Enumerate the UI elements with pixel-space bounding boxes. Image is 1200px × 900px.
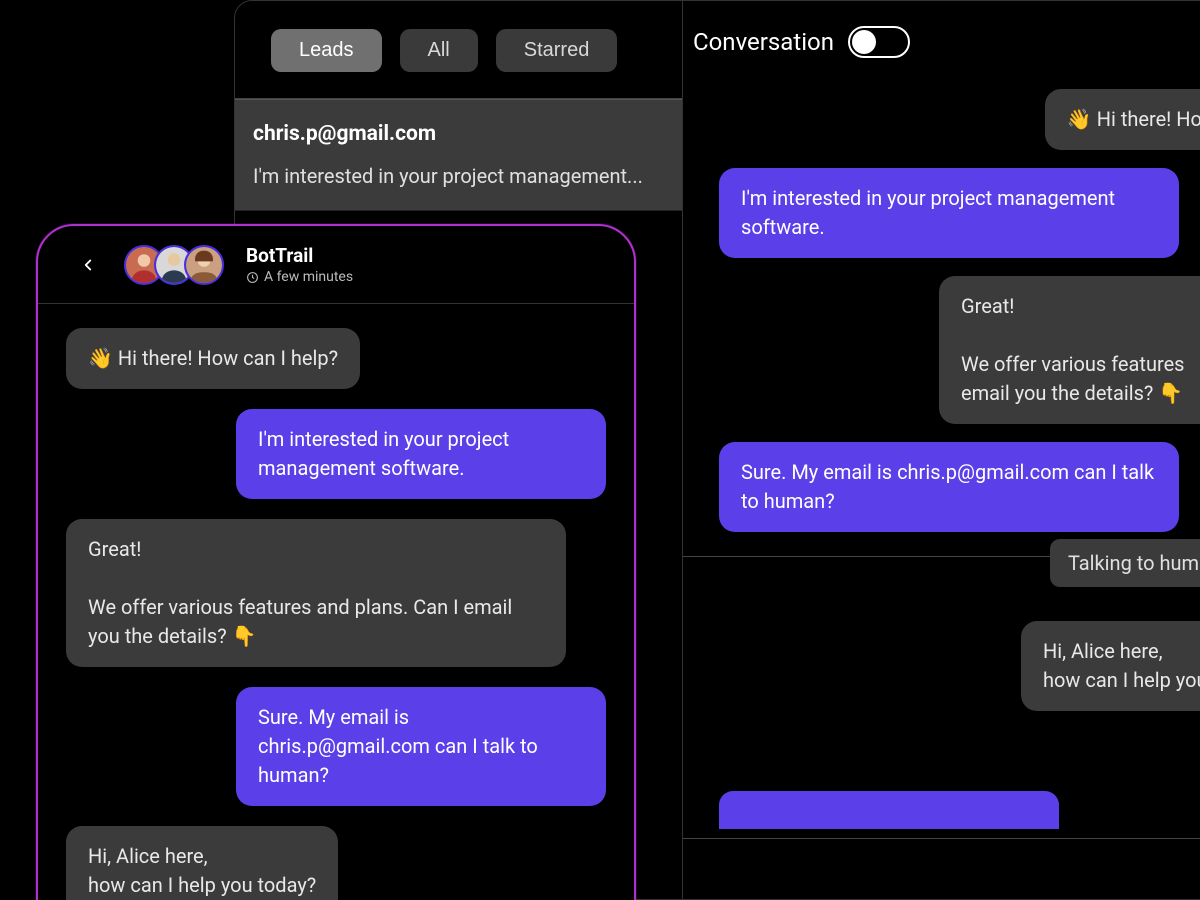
widget-subtitle: A few minutes bbox=[246, 269, 353, 285]
conversation-messages[interactable]: 👋 Hi there! How I'm interested in your p… bbox=[683, 83, 1200, 899]
tab-leads[interactable]: Leads bbox=[271, 29, 382, 72]
message-bot: Great! We offer various features and pla… bbox=[66, 519, 566, 667]
avatar bbox=[184, 245, 224, 285]
message-bot: Great! We offer various features email y… bbox=[939, 276, 1200, 424]
message-user: I'm interested in your project managemen… bbox=[236, 409, 606, 499]
chat-widget: BotTrail A few minutes 👋 Hi there! How c… bbox=[36, 224, 636, 900]
message-user: Sure. My email is chris.p@gmail.com can … bbox=[719, 442, 1179, 532]
inbox-item[interactable]: chris.p@gmail.com I'm interested in your… bbox=[235, 99, 682, 211]
message-user: I'm interested in your project managemen… bbox=[719, 168, 1179, 258]
widget-messages[interactable]: 👋 Hi there! How can I help? I'm interest… bbox=[38, 304, 634, 900]
clock-icon bbox=[246, 271, 259, 284]
widget-subtitle-text: A few minutes bbox=[264, 269, 353, 285]
message-user: Sure. My email is chris.p@gmail.com can … bbox=[236, 687, 606, 806]
conversation-toggle[interactable] bbox=[848, 26, 910, 58]
inbox-item-preview: I'm interested in your project managemen… bbox=[253, 164, 664, 188]
message-bot: 👋 Hi there! How bbox=[1045, 89, 1200, 150]
toggle-knob-icon bbox=[852, 30, 876, 54]
conversation-column: Conversation 👋 Hi there! How I'm interes… bbox=[683, 1, 1200, 899]
message-bot: 👋 Hi there! How can I help? bbox=[66, 328, 360, 389]
tab-all[interactable]: All bbox=[400, 29, 478, 72]
inbox-item-email: chris.p@gmail.com bbox=[253, 122, 664, 146]
message-agent: Hi, Alice here, how can I help you? bbox=[1021, 621, 1200, 711]
avatar-stack bbox=[124, 245, 224, 285]
inbox-tabs: Leads All Starred bbox=[235, 1, 682, 98]
message-agent: Hi, Alice here, how can I help you today… bbox=[66, 826, 338, 900]
conversation-header: Conversation bbox=[683, 1, 1200, 83]
conversation-title: Conversation bbox=[693, 28, 834, 56]
widget-header: BotTrail A few minutes bbox=[38, 226, 634, 304]
system-status-pill: Talking to human bbox=[1050, 539, 1200, 587]
back-button[interactable] bbox=[76, 253, 100, 277]
tab-starred[interactable]: Starred bbox=[496, 29, 618, 72]
divider bbox=[683, 838, 1200, 839]
widget-title: BotTrail bbox=[246, 244, 353, 267]
widget-title-block: BotTrail A few minutes bbox=[246, 244, 353, 285]
message-user-partial bbox=[719, 791, 1059, 829]
chevron-left-icon bbox=[79, 256, 97, 274]
